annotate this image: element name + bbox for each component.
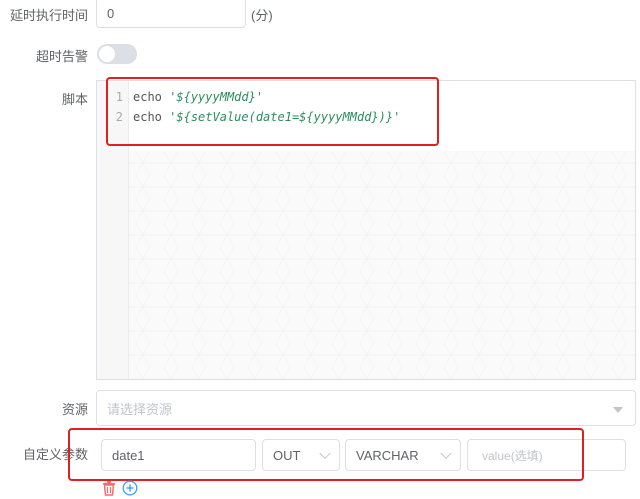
dropdown-triangle-icon bbox=[613, 407, 623, 413]
resource-label: 资源 bbox=[61, 402, 88, 417]
script-label: 脚本 bbox=[61, 92, 88, 107]
switch-knob bbox=[99, 46, 115, 62]
delay-value: 0 bbox=[107, 5, 115, 21]
resource-select[interactable]: 请选择资源 bbox=[96, 390, 636, 426]
resource-placeholder: 请选择资源 bbox=[107, 401, 173, 417]
delay-unit: (分) bbox=[251, 8, 273, 23]
timeout-label: 超时告警 bbox=[35, 49, 88, 64]
delay-input[interactable]: 0 bbox=[96, 0, 246, 28]
params-highlight-box bbox=[68, 428, 584, 481]
script-highlight-box bbox=[106, 77, 439, 146]
editor-background bbox=[129, 151, 635, 379]
add-icon[interactable] bbox=[122, 480, 138, 496]
delay-label: 延时执行时间 bbox=[9, 8, 88, 23]
delete-icon[interactable] bbox=[101, 480, 117, 496]
timeout-switch[interactable] bbox=[97, 44, 137, 64]
